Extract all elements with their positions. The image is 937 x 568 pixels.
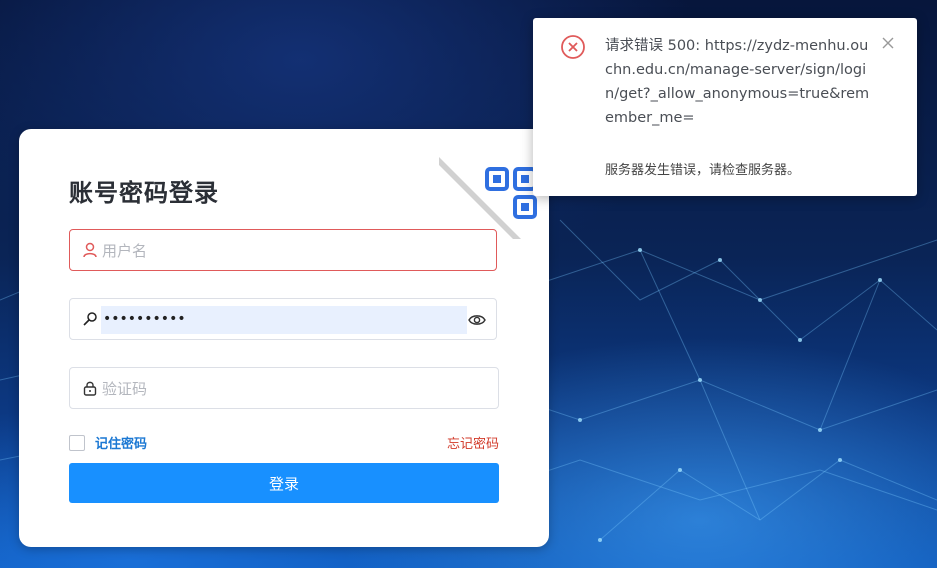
login-title: 账号密码登录 [69, 179, 219, 207]
login-card: 账号密码登录 用户名 •••••••••• 验证码 记住密码 忘记密码 登录 [19, 129, 549, 547]
password-input[interactable]: •••••••••• [103, 309, 186, 329]
error-message: 请求错误 500: https://zydz-menhu.ouchn.edu.c… [605, 38, 870, 126]
username-input[interactable] [102, 238, 462, 264]
close-icon[interactable] [881, 36, 895, 50]
error-description: 服务器发生错误，请检查服务器。 [605, 163, 801, 178]
remember-checkbox[interactable] [69, 434, 85, 451]
captcha-field[interactable] [69, 367, 499, 409]
key-icon [83, 312, 97, 326]
password-field[interactable]: •••••••••• [69, 298, 497, 340]
remember-label[interactable]: 记住密码 [95, 433, 147, 452]
username-field[interactable] [69, 229, 497, 271]
captcha-input[interactable] [102, 376, 462, 402]
remember-password[interactable]: 记住密码 [69, 433, 147, 452]
forgot-password-link[interactable]: 忘记密码 [447, 433, 499, 452]
user-icon [83, 242, 97, 258]
lock-icon [83, 381, 97, 396]
login-button[interactable]: 登录 [69, 463, 499, 503]
error-notification: 请求错误 500: https://zydz-menhu.ouchn.edu.c… [533, 18, 917, 196]
error-circle-icon [561, 35, 585, 59]
eye-icon[interactable] [468, 311, 486, 329]
